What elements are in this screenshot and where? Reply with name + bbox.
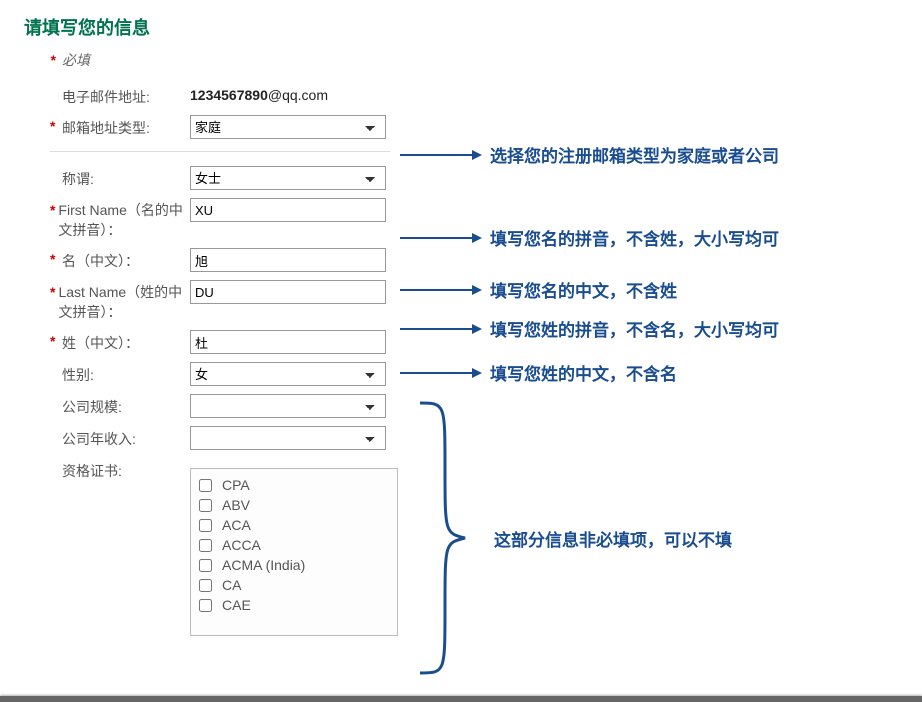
bottom-bar: [0, 696, 922, 702]
required-star: *: [50, 52, 62, 68]
row-email-type: *邮箱地址类型: 家庭: [50, 115, 922, 139]
cert-checkbox[interactable]: [199, 599, 212, 612]
company-revenue-select[interactable]: [190, 426, 386, 450]
cert-item[interactable]: ACCA: [195, 535, 393, 555]
annotation-text: 填写您姓的中文，不含名: [490, 360, 677, 385]
required-label: 必填: [62, 50, 90, 70]
cert-item[interactable]: ACA: [195, 515, 393, 535]
email-bold: 1234567890: [190, 87, 268, 103]
email-type-label: 邮箱地址类型:: [62, 118, 150, 138]
cert-item[interactable]: CA: [195, 575, 393, 595]
cert-label-text: ABV: [222, 497, 250, 513]
gender-label: 性别:: [62, 365, 94, 385]
gender-select[interactable]: 女: [190, 362, 386, 386]
cert-label-text: CPA: [222, 477, 250, 493]
email-value: 1234567890@qq.com: [190, 84, 390, 103]
required-legend: * 必填: [50, 50, 922, 70]
row-salutation: 称谓: 女士: [50, 166, 922, 190]
annotation-text: 这部分信息非必填项，可以不填: [494, 526, 732, 551]
arrow-icon: [400, 154, 480, 156]
cert-label-text: ACCA: [222, 537, 261, 553]
first-name-input[interactable]: [190, 198, 386, 222]
email-label: 电子邮件地址:: [62, 87, 150, 107]
annotation-text: 填写您名的拼音，不含姓，大小写均可: [490, 225, 779, 250]
curly-brace-icon: [400, 398, 470, 678]
cert-label-text: ACA: [222, 517, 251, 533]
page-title: 请填写您的信息: [0, 0, 922, 50]
annotation-ming-cn: 填写您名的中文，不含姓: [400, 277, 677, 302]
cert-label-text: CA: [222, 577, 241, 593]
cert-checkbox[interactable]: [199, 539, 212, 552]
cert-label-text: ACMA (India): [222, 557, 305, 573]
salutation-select[interactable]: 女士: [190, 166, 386, 190]
company-revenue-label: 公司年收入:: [62, 429, 136, 449]
xing-cn-label: 姓（中文）：: [62, 333, 139, 353]
cert-checkbox[interactable]: [199, 519, 212, 532]
cert-checkbox[interactable]: [199, 559, 212, 572]
row-email: 电子邮件地址: 1234567890@qq.com: [50, 84, 922, 107]
cert-label: 资格证书:: [62, 461, 122, 481]
row-ming-cn: *名（中文）：: [50, 248, 922, 272]
company-size-select[interactable]: [190, 394, 386, 418]
annotation-first-name: 填写您名的拼音，不含姓，大小写均可: [400, 225, 779, 250]
xing-cn-input[interactable]: [190, 330, 386, 354]
ming-cn-input[interactable]: [190, 248, 386, 272]
cert-item[interactable]: ACMA (India): [195, 555, 393, 575]
arrow-icon: [400, 237, 480, 239]
annotation-last-name: 填写您姓的拼音，不含名，大小写均可: [400, 316, 779, 341]
cert-checkbox[interactable]: [199, 479, 212, 492]
arrow-icon: [400, 372, 480, 374]
annotation-optional-group: 这部分信息非必填项，可以不填: [400, 398, 732, 678]
email-rest: @qq.com: [268, 87, 328, 103]
annotation-email-type: 选择您的注册邮箱类型为家庭或者公司: [400, 142, 779, 167]
annotation-text: 填写您姓的拼音，不含名，大小写均可: [490, 316, 779, 341]
salutation-label: 称谓:: [62, 169, 94, 189]
last-name-label: Last Name（姓的中文拼音）：: [58, 283, 190, 322]
annotation-text: 填写您名的中文，不含姓: [490, 277, 677, 302]
first-name-label: First Name（名的中文拼音）：: [58, 201, 190, 240]
cert-item[interactable]: CAE: [195, 595, 393, 615]
last-name-input[interactable]: [190, 280, 386, 304]
email-type-select[interactable]: 家庭: [190, 115, 386, 139]
annotation-xing-cn: 填写您姓的中文，不含名: [400, 360, 677, 385]
divider: [50, 151, 390, 152]
arrow-icon: [400, 289, 480, 291]
cert-checkbox[interactable]: [199, 499, 212, 512]
cert-label-text: CAE: [222, 597, 251, 613]
annotation-text: 选择您的注册邮箱类型为家庭或者公司: [490, 142, 779, 167]
cert-item[interactable]: CPA: [195, 475, 393, 495]
ming-cn-label: 名（中文）：: [62, 251, 139, 271]
cert-checkbox[interactable]: [199, 579, 212, 592]
arrow-icon: [400, 328, 480, 330]
company-size-label: 公司规模:: [62, 397, 122, 417]
cert-item[interactable]: ABV: [195, 495, 393, 515]
cert-listbox[interactable]: CPA ABV ACA ACCA ACMA (India) CA CAE: [190, 468, 398, 636]
